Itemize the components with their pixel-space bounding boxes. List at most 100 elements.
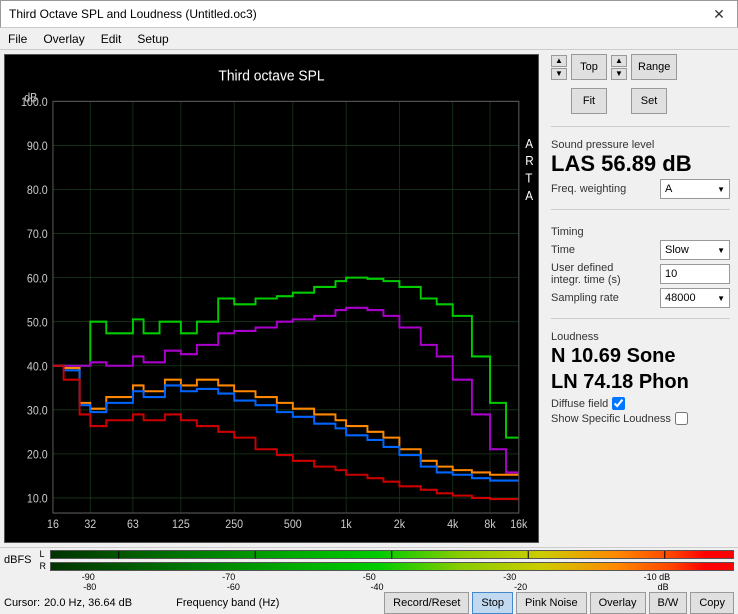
timing-label: Timing (551, 226, 730, 238)
time-value: Slow (665, 244, 689, 256)
cursor-value: 20.0 Hz, 36.64 dB (44, 597, 132, 609)
show-specific-row: Show Specific Loudness (551, 412, 730, 425)
svg-text:8k: 8k (484, 519, 496, 531)
close-button[interactable]: ✕ (709, 4, 729, 24)
tick-l-50: -50 (363, 572, 376, 582)
time-row: Time Slow ▼ (551, 240, 730, 260)
svg-text:10.0: 10.0 (27, 493, 48, 505)
svg-text:R: R (525, 154, 534, 169)
tick-r-60: -60 (227, 582, 240, 592)
tick-labels-row-2: -80 -60 -40 -20 dB (0, 582, 738, 592)
tick-l-10: -10 dB (644, 572, 671, 582)
svg-text:100.0: 100.0 (21, 97, 48, 109)
range-up-arrow[interactable]: ▲ (611, 55, 627, 67)
tick-l-70: -70 (222, 572, 235, 582)
svg-text:1k: 1k (340, 519, 352, 531)
range-button[interactable]: Range (631, 54, 677, 80)
title-bar: Third Octave SPL and Loudness (Untitled.… (0, 0, 738, 28)
svg-text:20.0: 20.0 (27, 449, 48, 461)
time-arrow: ▼ (717, 246, 725, 255)
tick-r-20: -20 (514, 582, 527, 592)
sampling-rate-dropdown[interactable]: 48000 ▼ (660, 288, 730, 308)
meter-l-bar: | | | | | (50, 550, 734, 559)
meter-r-row: R (40, 561, 734, 572)
spl-section-label: Sound pressure level (551, 139, 730, 151)
svg-text:30.0: 30.0 (27, 405, 48, 417)
meter-container: L | | | | | R (40, 549, 734, 572)
loudness-section: Loudness N 10.69 Sone LN 74.18 Phon Diff… (551, 327, 730, 427)
svg-text:125: 125 (172, 519, 190, 531)
diffuse-field-checkbox[interactable] (612, 397, 625, 410)
stop-button[interactable]: Stop (472, 592, 513, 614)
svg-text:T: T (525, 171, 533, 186)
top-down-arrow[interactable]: ▼ (551, 68, 567, 80)
set-button[interactable]: Set (631, 88, 667, 114)
freq-weighting-arrow: ▼ (717, 185, 725, 194)
tick-labels-l: -90 -70 -50 -30 -10 dB (18, 572, 734, 582)
tick-labels-r: -80 -60 -40 -20 dB (18, 582, 734, 592)
spl-value: LAS 56.89 dB (551, 151, 730, 177)
window-title: Third Octave SPL and Loudness (Untitled.… (9, 7, 257, 21)
svg-text:500: 500 (284, 519, 302, 531)
dbfs-label: dBFS (4, 554, 32, 566)
cursor-info: Cursor: 20.0 Hz, 36.64 dB Frequency band… (4, 597, 381, 609)
meter-r-bar (50, 562, 734, 571)
show-specific-label: Show Specific Loudness (551, 413, 671, 425)
chart-area: Third octave SPL dB A R T A 100.0 (4, 54, 539, 543)
svg-text:40.0: 40.0 (27, 361, 48, 373)
sampling-rate-row: Sampling rate 48000 ▼ (551, 288, 730, 308)
svg-text:60.0: 60.0 (27, 273, 48, 285)
buttons-row: Cursor: 20.0 Hz, 36.64 dB Frequency band… (0, 592, 738, 614)
info-row: dBFS L | | | | | R (0, 548, 738, 572)
top-up-arrow[interactable]: ▲ (551, 55, 567, 67)
svg-text:32: 32 (84, 519, 96, 531)
top-button[interactable]: Top (571, 54, 607, 80)
svg-text:70.0: 70.0 (27, 229, 48, 241)
show-specific-checkbox[interactable] (675, 412, 688, 425)
fit-button[interactable]: Fit (571, 88, 607, 114)
top-controls: ▲ ▼ Top ▲ ▼ Range (551, 54, 730, 80)
sampling-rate-value: 48000 (665, 292, 696, 304)
time-label: Time (551, 244, 575, 256)
loudness-label: Loudness (551, 331, 730, 343)
pink-noise-button[interactable]: Pink Noise (516, 592, 587, 614)
menu-file[interactable]: File (8, 32, 27, 46)
user-defined-row: User defined integr. time (s) (551, 262, 730, 286)
range-arrow-group: ▲ ▼ (611, 55, 627, 80)
time-dropdown[interactable]: Slow ▼ (660, 240, 730, 260)
svg-text:50.0: 50.0 (27, 317, 48, 329)
right-panel: ▲ ▼ Top ▲ ▼ Range Fit Set Sound pressure… (543, 50, 738, 547)
user-defined-input[interactable] (660, 264, 730, 284)
svg-text:63: 63 (127, 519, 139, 531)
range-down-arrow[interactable]: ▼ (611, 68, 627, 80)
timing-section: Timing Time Slow ▼ User defined integr. … (551, 222, 730, 310)
meter-l-row: L | | | | | (40, 549, 734, 560)
svg-text:2k: 2k (394, 519, 406, 531)
copy-button[interactable]: Copy (690, 592, 734, 614)
bottom-bar: dBFS L | | | | | R (0, 547, 738, 597)
freq-weighting-row: Freq. weighting A ▼ (551, 179, 730, 199)
svg-text:90.0: 90.0 (27, 141, 48, 153)
fit-set-controls: Fit Set (551, 88, 730, 114)
menu-edit[interactable]: Edit (101, 32, 122, 46)
chart-svg: Third octave SPL dB A R T A 100.0 (5, 55, 538, 542)
menu-setup[interactable]: Setup (137, 32, 168, 46)
main-content: Third octave SPL dB A R T A 100.0 (0, 50, 738, 547)
diffuse-field-row: Diffuse field (551, 397, 730, 410)
svg-text:250: 250 (225, 519, 243, 531)
freq-weighting-dropdown[interactable]: A ▼ (660, 179, 730, 199)
menu-bar: File Overlay Edit Setup (0, 28, 738, 50)
svg-text:4k: 4k (447, 519, 459, 531)
n-value: N 10.69 Sone (551, 343, 730, 369)
tick-r-80: -80 (83, 582, 96, 592)
overlay-button[interactable]: Overlay (590, 592, 646, 614)
svg-text:16: 16 (47, 519, 59, 531)
menu-overlay[interactable]: Overlay (43, 32, 84, 46)
tick-labels-row: -90 -70 -50 -30 -10 dB (0, 572, 738, 582)
record-reset-button[interactable]: Record/Reset (384, 592, 469, 614)
bw-button[interactable]: B/W (649, 592, 688, 614)
freq-band-label: Frequency band (Hz) (176, 597, 279, 609)
freq-weighting-value: A (665, 183, 672, 195)
sampling-rate-arrow: ▼ (717, 294, 725, 303)
user-defined-label: User defined (551, 262, 621, 274)
